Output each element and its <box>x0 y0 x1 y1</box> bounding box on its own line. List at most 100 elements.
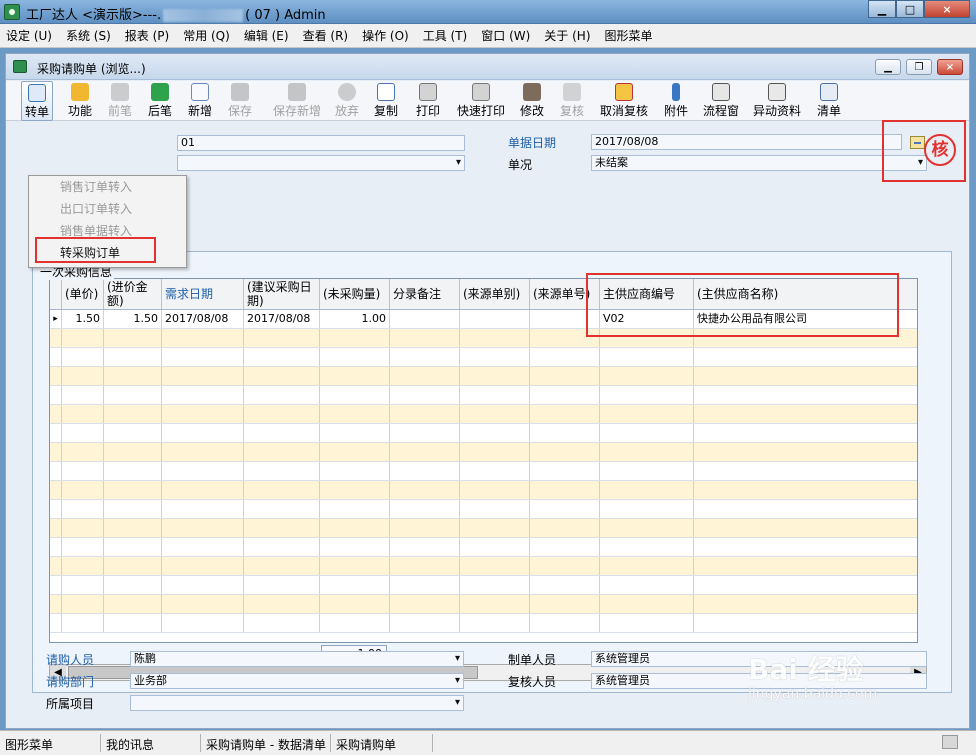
empty-table-row[interactable] <box>50 614 917 633</box>
empty-cell[interactable] <box>694 557 917 575</box>
change-data-button[interactable]: 异动资料 <box>749 81 805 121</box>
empty-cell[interactable] <box>104 462 162 480</box>
empty-cell[interactable] <box>104 405 162 423</box>
empty-cell[interactable] <box>530 405 600 423</box>
empty-cell[interactable] <box>460 481 530 499</box>
empty-cell[interactable] <box>162 348 244 366</box>
empty-cell[interactable] <box>694 424 917 442</box>
empty-cell[interactable] <box>530 481 600 499</box>
empty-cell[interactable] <box>530 443 600 461</box>
empty-cell[interactable] <box>530 386 600 404</box>
cell-suggest-date[interactable]: 2017/08/08 <box>244 310 320 328</box>
status-list-window[interactable]: 采购请购单 - 数据清单 <box>206 736 326 753</box>
menu-operate[interactable]: 操作 (O) <box>362 27 409 44</box>
empty-cell[interactable] <box>530 576 600 594</box>
empty-cell[interactable] <box>600 348 694 366</box>
empty-cell[interactable] <box>50 405 62 423</box>
empty-cell[interactable] <box>162 367 244 385</box>
empty-cell[interactable] <box>104 386 162 404</box>
empty-table-row[interactable] <box>50 481 917 500</box>
dropdown-sales-order-import[interactable]: 销售订单转入 <box>29 176 186 198</box>
modify-button[interactable]: 修改 <box>513 81 551 121</box>
menu-settings[interactable]: 设定 (U) <box>6 27 52 44</box>
empty-cell[interactable] <box>104 443 162 461</box>
empty-cell[interactable] <box>104 367 162 385</box>
empty-cell[interactable] <box>104 595 162 613</box>
empty-cell[interactable] <box>600 500 694 518</box>
empty-cell[interactable] <box>50 538 62 556</box>
bill-date-field[interactable]: 2017/08/08 <box>591 134 902 150</box>
empty-cell[interactable] <box>460 595 530 613</box>
empty-cell[interactable] <box>50 500 62 518</box>
empty-table-row[interactable] <box>50 519 917 538</box>
empty-cell[interactable] <box>104 576 162 594</box>
empty-cell[interactable] <box>694 538 917 556</box>
empty-cell[interactable] <box>600 538 694 556</box>
empty-cell[interactable] <box>50 557 62 575</box>
empty-cell[interactable] <box>50 424 62 442</box>
function-button[interactable]: 功能 <box>62 81 98 121</box>
empty-cell[interactable] <box>460 519 530 537</box>
next-button[interactable]: 后笔 <box>142 81 178 121</box>
bill-type-select[interactable] <box>177 155 465 171</box>
empty-cell[interactable] <box>390 348 460 366</box>
empty-cell[interactable] <box>162 595 244 613</box>
empty-table-row[interactable] <box>50 348 917 367</box>
empty-cell[interactable] <box>244 405 320 423</box>
empty-cell[interactable] <box>694 614 917 632</box>
empty-cell[interactable] <box>162 500 244 518</box>
empty-cell[interactable] <box>320 500 390 518</box>
empty-cell[interactable] <box>50 481 62 499</box>
empty-cell[interactable] <box>320 481 390 499</box>
empty-cell[interactable] <box>62 348 104 366</box>
empty-cell[interactable] <box>62 329 104 347</box>
empty-cell[interactable] <box>104 614 162 632</box>
empty-cell[interactable] <box>460 329 530 347</box>
empty-cell[interactable] <box>244 462 320 480</box>
empty-cell[interactable] <box>244 443 320 461</box>
dropdown-export-order-import[interactable]: 出口订单转入 <box>29 198 186 220</box>
empty-cell[interactable] <box>694 367 917 385</box>
empty-cell[interactable] <box>390 424 460 442</box>
empty-cell[interactable] <box>62 614 104 632</box>
empty-cell[interactable] <box>104 538 162 556</box>
empty-cell[interactable] <box>530 538 600 556</box>
empty-cell[interactable] <box>62 519 104 537</box>
empty-cell[interactable] <box>162 481 244 499</box>
discard-button[interactable]: 放弃 <box>328 81 366 121</box>
empty-cell[interactable] <box>320 614 390 632</box>
empty-cell[interactable] <box>694 519 917 537</box>
empty-cell[interactable] <box>460 462 530 480</box>
empty-cell[interactable] <box>104 424 162 442</box>
menu-system[interactable]: 系统 (S) <box>66 27 111 44</box>
empty-cell[interactable] <box>694 386 917 404</box>
empty-cell[interactable] <box>460 386 530 404</box>
list-button[interactable]: 清单 <box>810 81 848 121</box>
empty-cell[interactable] <box>162 576 244 594</box>
empty-cell[interactable] <box>530 557 600 575</box>
empty-cell[interactable] <box>600 576 694 594</box>
copy-button[interactable]: 复制 <box>367 81 405 121</box>
empty-cell[interactable] <box>530 348 600 366</box>
empty-cell[interactable] <box>390 367 460 385</box>
empty-table-row[interactable] <box>50 576 917 595</box>
child-minimize-button[interactable]: ▁ <box>875 59 901 75</box>
empty-table-row[interactable] <box>50 462 917 481</box>
child-close-button[interactable]: × <box>937 59 963 75</box>
empty-cell[interactable] <box>390 500 460 518</box>
empty-cell[interactable] <box>390 614 460 632</box>
empty-cell[interactable] <box>530 614 600 632</box>
empty-cell[interactable] <box>62 557 104 575</box>
cell-amount[interactable]: 1.50 <box>104 310 162 328</box>
empty-cell[interactable] <box>162 538 244 556</box>
empty-cell[interactable] <box>62 367 104 385</box>
menu-window[interactable]: 窗口 (W) <box>481 27 530 44</box>
empty-cell[interactable] <box>600 386 694 404</box>
empty-cell[interactable] <box>694 595 917 613</box>
bill-no-field[interactable]: 01 <box>177 135 465 151</box>
empty-table-row[interactable] <box>50 500 917 519</box>
cell-remark[interactable] <box>390 310 460 328</box>
empty-cell[interactable] <box>600 519 694 537</box>
prev-button[interactable]: 前笔 <box>102 81 138 121</box>
menu-view[interactable]: 查看 (R) <box>303 27 349 44</box>
